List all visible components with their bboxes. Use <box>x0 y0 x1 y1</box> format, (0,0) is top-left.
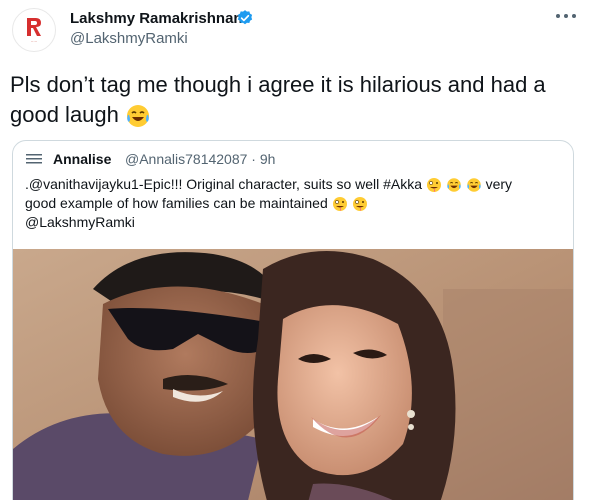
quoted-photo[interactable] <box>13 249 574 500</box>
quoted-avatar-icon <box>23 152 45 166</box>
zany-face-emoji-icon <box>352 197 367 212</box>
quoted-author-name[interactable]: Annalise <box>53 151 111 167</box>
quoted-line-1-tail: very <box>485 176 513 192</box>
tweet-text: Pls don’t tag me though i agree it is hi… <box>10 70 590 130</box>
photo-wall-detail <box>443 289 573 500</box>
brand-logo-icon <box>27 18 41 36</box>
verified-badge-icon <box>237 10 253 25</box>
quoted-line-2: good example of how families can be main… <box>25 194 565 213</box>
quoted-text: .@vanithavijayku1-Epic!!! Original chara… <box>25 175 565 232</box>
profile-avatar[interactable]: ····· <box>12 8 56 52</box>
woman-face <box>277 305 412 476</box>
quoted-line-1-text: .@vanithavijayku1-Epic!!! Original chara… <box>25 176 423 192</box>
quoted-line-3[interactable]: @LakshmyRamki <box>25 213 565 232</box>
quoted-tweet[interactable]: Annalise @Annalis78142087 · 9h .@vanitha… <box>12 140 574 500</box>
zany-face-emoji-icon <box>332 197 347 212</box>
tweet-card: ····· Lakshmy Ramakrishnan @LakshmyRamki… <box>0 0 600 500</box>
author-name[interactable]: Lakshmy Ramakrishnan <box>70 10 243 27</box>
tears-of-joy-emoji-icon <box>127 105 150 128</box>
author-handle[interactable]: @LakshmyRamki <box>70 30 188 47</box>
zany-face-emoji-icon <box>426 178 441 193</box>
woman-earring-drop <box>408 424 414 430</box>
tweet-text-content: Pls don’t tag me though i agree it is hi… <box>10 72 546 127</box>
quoted-line-2-text: good example of how families can be main… <box>25 195 328 211</box>
woman-earring <box>407 410 415 418</box>
more-options-icon[interactable] <box>556 14 576 20</box>
quoted-line-1: .@vanithavijayku1-Epic!!! Original chara… <box>25 175 565 194</box>
tears-of-joy-emoji-icon <box>447 178 461 193</box>
avatar-caption-mark: ····· <box>30 39 38 44</box>
tears-of-joy-emoji-icon <box>466 178 481 193</box>
quoted-handle-time[interactable]: @Annalis78142087 · 9h <box>125 151 275 167</box>
